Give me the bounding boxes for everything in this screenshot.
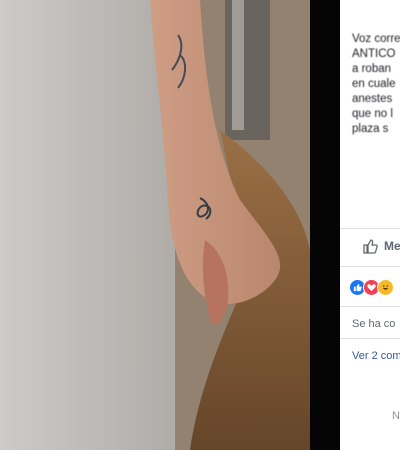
haha-reaction-icon [377,279,394,296]
post-text-line: plaza s [352,123,389,135]
thumbs-up-icon [363,239,378,254]
post-text-line: anestes [352,93,393,105]
post-text-line: en cuale [352,78,396,90]
divider-line [340,228,400,229]
footer-text: N [392,410,400,422]
like-button-label: Me [384,239,400,253]
comment-notice: Se ha co [352,318,396,330]
post-text-line: Voz corre [352,33,400,45]
divider-line [340,306,400,307]
view-more-comments-link[interactable]: Ver 2 com [352,350,400,362]
post-side-panel: Voz corre ANTICO a roban en cuale aneste… [340,0,400,450]
divider-line [340,338,400,339]
post-text-line: a roban [352,63,392,75]
post-photo[interactable] [0,0,310,450]
post-text: Voz corre ANTICO a roban en cuale aneste… [352,32,400,137]
like-button[interactable]: Me [362,238,400,254]
post-text-line: que no l [352,108,393,120]
viewer-divider [310,0,340,450]
photo-image [0,0,310,450]
reaction-summary[interactable] [349,279,394,296]
post-text-line: ANTICO [352,48,396,60]
divider-line [340,266,400,267]
